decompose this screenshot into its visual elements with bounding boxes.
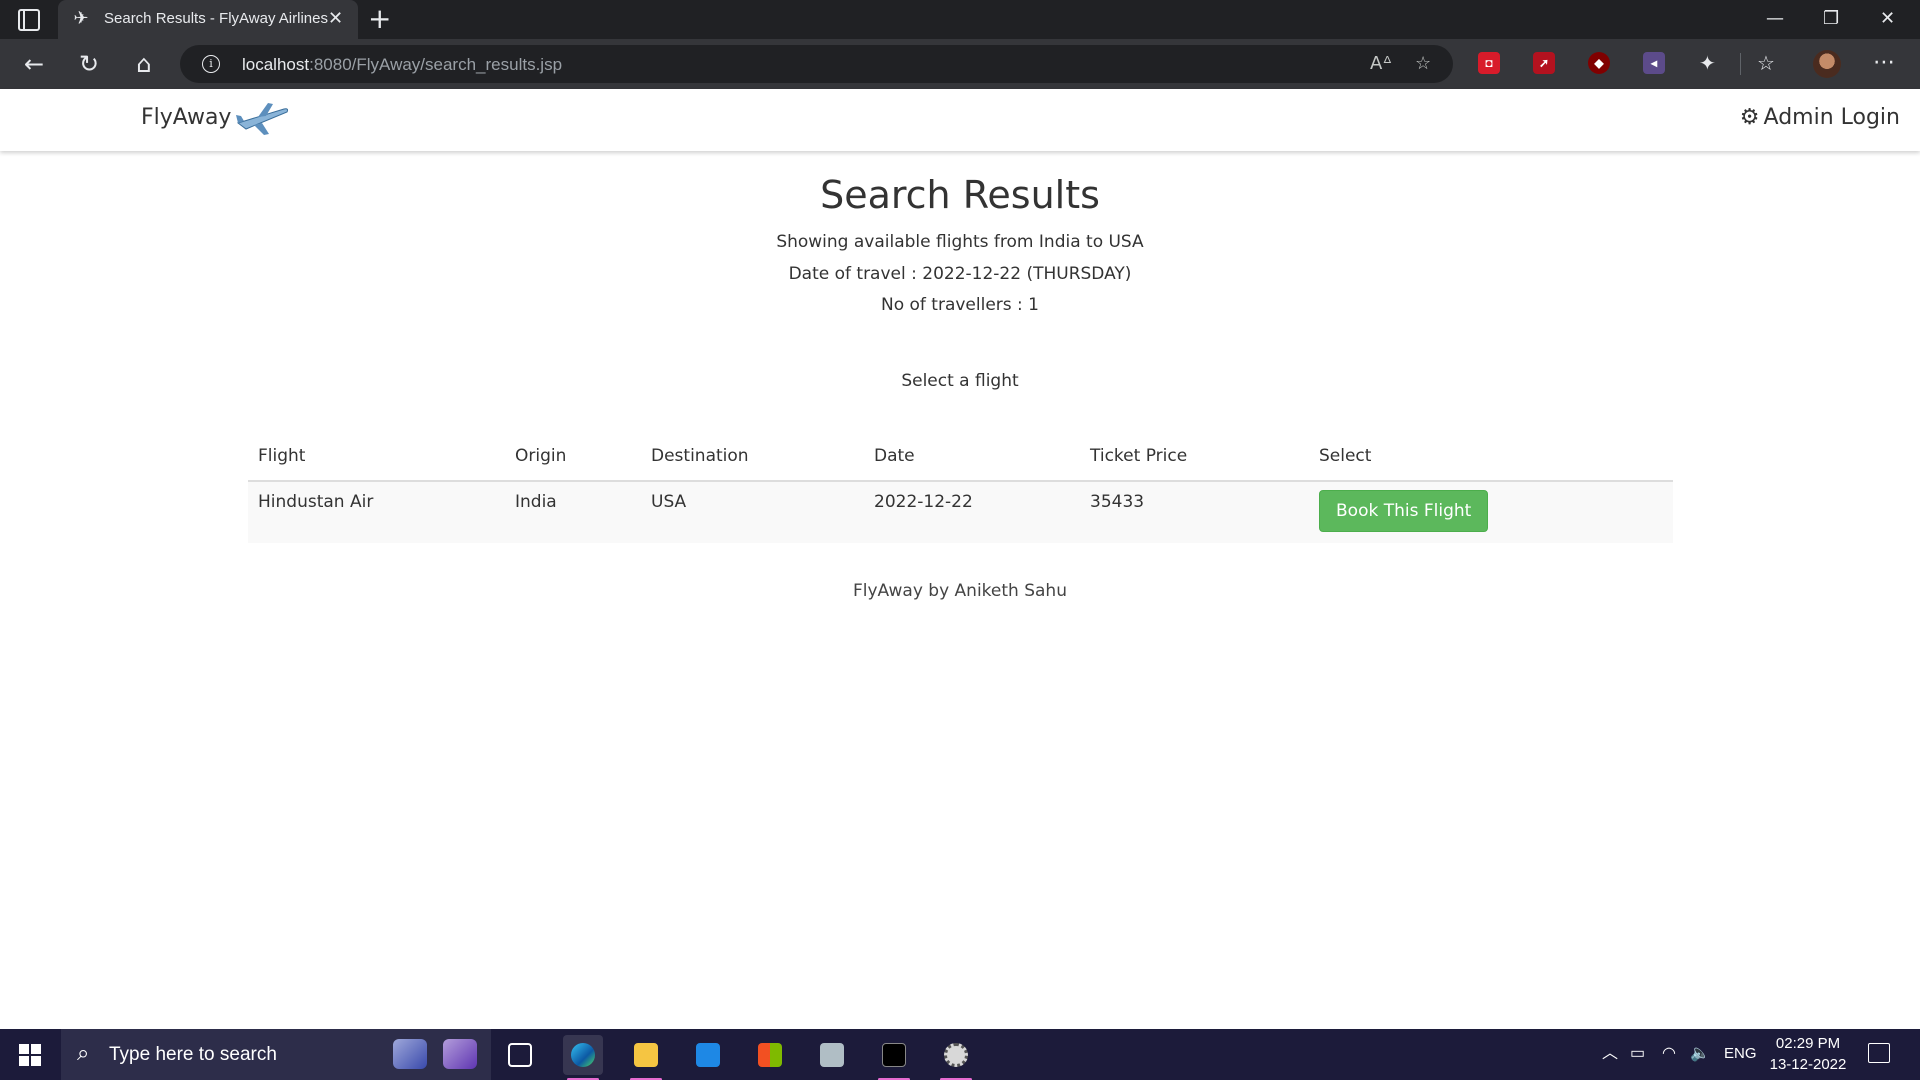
header-flight: Flight (248, 441, 505, 482)
volume-icon[interactable]: 🔈 (1690, 1043, 1710, 1065)
clock-time: 02:29 PM (1775, 1035, 1841, 1052)
admin-login-link[interactable]: ⚙ Admin Login (1740, 105, 1900, 130)
search-icon: ⌕ (77, 1041, 90, 1066)
close-window-icon[interactable]: ✕ (1880, 6, 1895, 32)
address-bar[interactable]: i localhost:8080/FlyAway/search_results.… (180, 45, 1453, 83)
info-icon[interactable]: i (202, 55, 220, 73)
route-info: Showing available flights from India to … (776, 232, 1144, 252)
toolbar-divider (1740, 53, 1741, 75)
airplane-favicon-icon: ✈ (73, 8, 89, 29)
extension-ublock-icon[interactable]: ◆ (1588, 52, 1610, 74)
clock-date: 13-12-2022 (1769, 1056, 1847, 1073)
header-origin: Origin (505, 441, 641, 482)
cell-origin: India (505, 481, 641, 543)
profile-avatar[interactable] (1813, 50, 1841, 78)
extension-purple-icon[interactable]: ◂ (1643, 52, 1665, 74)
airplane-logo-icon (236, 103, 289, 135)
taskbar-clock[interactable]: 02:29 PM 13-12-2022 (1766, 1033, 1850, 1075)
show-hidden-icons-chevron-icon[interactable]: ︿ (1602, 1043, 1618, 1065)
task-view-glyph (508, 1043, 532, 1067)
header-ticket-price: Ticket Price (1080, 441, 1309, 482)
extensions-puzzle-icon[interactable]: ✦ (1699, 50, 1716, 76)
battery-icon[interactable]: ▭ (1630, 1043, 1645, 1065)
url-host: localhost (242, 55, 310, 74)
back-arrow-icon[interactable]: ← (18, 49, 50, 79)
browser-toolbar: ← ↻ ⌂ i localhost:8080/FlyAway/search_re… (0, 39, 1920, 89)
microsoft-store-icon[interactable] (750, 1035, 790, 1075)
search-highlight-icon (393, 1039, 427, 1069)
new-tab-icon[interactable]: + (368, 4, 391, 34)
mail-glyph (696, 1043, 720, 1067)
extension-red-icon[interactable]: ➚ (1533, 52, 1555, 74)
page-title: Search Results (820, 173, 1100, 217)
gear-glyph (944, 1043, 968, 1067)
site-navbar: FlyAway ⚙ Admin Login (0, 89, 1920, 151)
edge-glyph (571, 1043, 595, 1067)
travel-date-info: Date of travel : 2022-12-22 (THURSDAY) (788, 264, 1132, 284)
header-select: Select (1309, 441, 1673, 482)
extension-pocket-icon[interactable]: ◘ (1478, 52, 1500, 74)
close-tab-icon[interactable]: ✕ (328, 8, 343, 30)
mysql-terminal-icon[interactable] (874, 1035, 914, 1080)
cell-destination: USA (641, 481, 864, 543)
tab-title: Search Results - FlyAway Airlines (104, 10, 328, 27)
header-destination: Destination (641, 441, 864, 482)
restore-icon[interactable]: ❐ (1823, 6, 1839, 32)
snipping-tool-icon[interactable] (812, 1035, 852, 1075)
minimize-icon[interactable]: — (1766, 6, 1784, 32)
windows-taskbar: ⌕ Type here to search ︿ ▭ ◠ 🔈 ENG 02:29 … (0, 1029, 1920, 1080)
cell-select: Book This Flight (1309, 481, 1673, 543)
taskbar-search-placeholder: Type here to search (109, 1044, 277, 1065)
url-text[interactable]: localhost:8080/FlyAway/search_results.js… (242, 55, 562, 75)
admin-login-label: Admin Login (1763, 105, 1900, 130)
page-footer: FlyAway by Aniketh Sahu (853, 581, 1067, 601)
select-flight-prompt: Select a flight (901, 371, 1019, 391)
web-page: FlyAway ⚙ Admin Login Search Results Show… (0, 89, 1920, 1029)
table-row: Hindustan Air India USA 2022-12-22 35433… (248, 481, 1673, 543)
brand-name[interactable]: FlyAway (141, 105, 231, 130)
tab-actions-icon[interactable] (18, 9, 40, 31)
store-glyph (758, 1043, 782, 1067)
settings-gear-icon[interactable] (936, 1035, 976, 1080)
mail-icon[interactable] (688, 1035, 728, 1075)
terminal-glyph (882, 1043, 906, 1067)
file-explorer-icon[interactable] (626, 1035, 666, 1080)
task-view-icon[interactable] (500, 1035, 540, 1075)
refresh-icon[interactable]: ↻ (73, 49, 105, 79)
taskbar-search-box[interactable]: ⌕ Type here to search (61, 1029, 491, 1080)
header-date: Date (864, 441, 1080, 482)
cell-date: 2022-12-22 (864, 481, 1080, 543)
browser-tab[interactable]: ✈ Search Results - FlyAway Airlines ✕ (58, 0, 358, 39)
cell-price: 35433 (1080, 481, 1309, 543)
more-options-icon[interactable]: ⋯ (1873, 50, 1895, 76)
snip-glyph (820, 1043, 844, 1067)
add-favorite-icon[interactable]: ☆ (1415, 53, 1431, 75)
travellers-info: No of travellers : 1 (880, 295, 1039, 315)
browser-tab-bar: ✈ Search Results - FlyAway Airlines ✕ + … (0, 0, 1920, 39)
gear-icon: ⚙ (1739, 105, 1760, 130)
read-aloud-icon[interactable]: Aᐞ (1370, 53, 1392, 75)
windows-start-icon[interactable] (19, 1044, 41, 1066)
wifi-icon[interactable]: ◠ (1662, 1043, 1676, 1065)
url-path: :8080/FlyAway/search_results.jsp (309, 55, 563, 74)
folder-glyph (634, 1043, 658, 1067)
notifications-icon[interactable] (1868, 1043, 1890, 1063)
language-indicator[interactable]: ENG (1724, 1043, 1757, 1065)
book-this-flight-button[interactable]: Book This Flight (1319, 490, 1489, 532)
search-highlight-satellite-icon (443, 1039, 477, 1069)
favorites-icon[interactable]: ☆ (1757, 50, 1775, 76)
edge-browser-icon[interactable] (563, 1035, 603, 1080)
home-icon[interactable]: ⌂ (128, 49, 160, 79)
table-header-row: Flight Origin Destination Date Ticket Pr… (248, 441, 1673, 482)
cell-flight: Hindustan Air (248, 481, 505, 543)
flights-table: Flight Origin Destination Date Ticket Pr… (248, 441, 1673, 543)
